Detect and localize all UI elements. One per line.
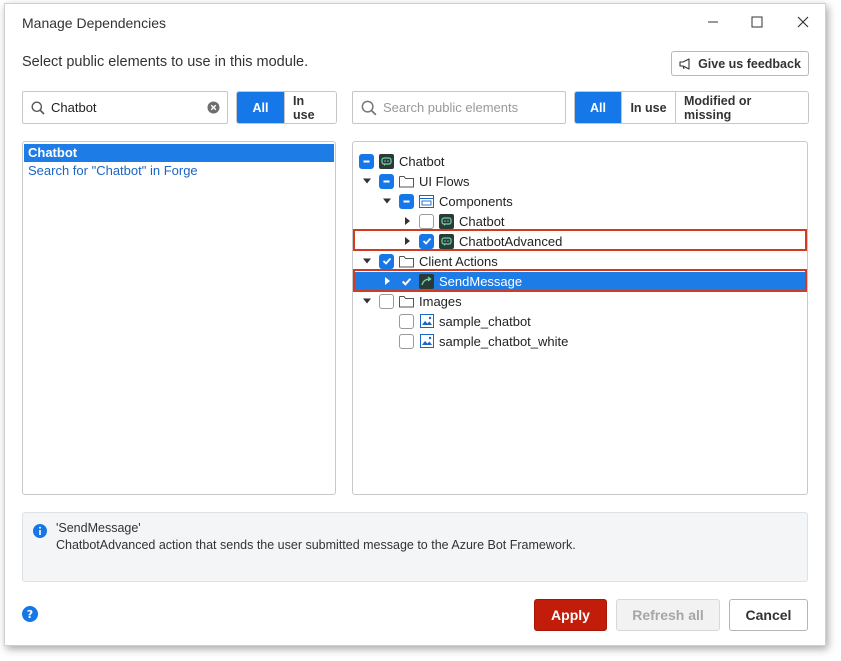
checked-checkbox[interactable] xyxy=(379,253,394,269)
expanded-arrow-icon[interactable] xyxy=(361,295,373,307)
tree-label: Client Actions xyxy=(419,253,498,269)
dialog-subtitle: Select public elements to use in this mo… xyxy=(22,54,309,70)
unchecked-checkbox[interactable] xyxy=(379,293,394,309)
tree-node-client-actions[interactable]: Client Actions xyxy=(361,251,498,271)
right-search-input[interactable] xyxy=(383,100,553,115)
chatbot-block-icon xyxy=(439,213,454,229)
tree-node-image-sample-chatbot-white[interactable]: sample_chatbot_white xyxy=(393,331,568,351)
svg-text:?: ? xyxy=(27,608,33,621)
tree-label: Chatbot xyxy=(459,213,505,229)
partial-checkbox[interactable] xyxy=(399,193,414,209)
right-filter-in-use[interactable]: In use xyxy=(621,92,675,123)
search-icon xyxy=(361,100,377,116)
tree-label: SendMessage xyxy=(439,273,523,289)
tree-label: Components xyxy=(439,193,513,209)
expanded-arrow-icon[interactable] xyxy=(361,255,373,267)
expanded-arrow-icon[interactable] xyxy=(381,195,393,207)
left-search-input[interactable] xyxy=(51,100,191,115)
tree-node-component-chatbot[interactable]: Chatbot xyxy=(401,211,505,231)
tree-label: sample_chatbot_white xyxy=(439,333,569,349)
chatbot-block-icon xyxy=(439,233,454,249)
minus-icon xyxy=(363,160,370,162)
maximize-icon xyxy=(751,16,763,28)
close-icon xyxy=(797,16,809,28)
tree-node-ui-flows[interactable]: UI Flows xyxy=(361,171,470,191)
search-forge-link[interactable]: Search for "Chatbot" in Forge xyxy=(24,162,334,180)
partial-checkbox[interactable] xyxy=(379,173,394,189)
folder-icon xyxy=(399,294,414,309)
chatbot-module-icon xyxy=(379,153,394,169)
collapsed-arrow-icon[interactable] xyxy=(381,275,393,287)
info-icon xyxy=(33,524,47,541)
info-title: 'SendMessage' xyxy=(56,521,141,535)
tree-label: Chatbot xyxy=(399,153,445,169)
megaphone-icon xyxy=(679,57,690,70)
info-description: ChatbotAdvanced action that sends the us… xyxy=(56,538,576,552)
search-results-panel: Chatbot Search for "Chatbot" in Forge xyxy=(22,141,336,495)
tree-label: sample_chatbot xyxy=(439,313,531,329)
checked-checkbox[interactable] xyxy=(399,274,414,289)
element-info-box: 'SendMessage' ChatbotAdvanced action tha… xyxy=(22,512,808,582)
tree-node-send-message[interactable]: SendMessage xyxy=(381,271,522,291)
help-icon[interactable]: ? xyxy=(22,606,38,625)
dialog-title: Manage Dependencies xyxy=(22,15,166,31)
tree-label: Images xyxy=(419,293,462,309)
close-button[interactable] xyxy=(785,9,821,35)
folder-icon xyxy=(399,174,414,189)
minimize-button[interactable] xyxy=(695,9,731,35)
image-icon xyxy=(419,334,434,349)
left-filter-all[interactable]: All xyxy=(237,92,284,123)
tree-node-image-sample-chatbot[interactable]: sample_chatbot xyxy=(393,311,531,331)
checkmark-icon xyxy=(382,257,391,265)
right-filter-all[interactable]: All xyxy=(575,92,621,123)
minus-icon xyxy=(383,180,390,182)
minimize-icon xyxy=(708,21,718,23)
give-feedback-button[interactable]: Give us feedback xyxy=(671,51,809,76)
cancel-button[interactable]: Cancel xyxy=(729,599,808,631)
left-filter-in-use[interactable]: In use xyxy=(284,92,336,123)
tree-label: ChatbotAdvanced xyxy=(459,233,563,249)
partial-checkbox[interactable] xyxy=(359,153,374,169)
right-filter-modified-or-missing[interactable]: Modified or missing xyxy=(675,92,808,123)
apply-button[interactable]: Apply xyxy=(534,599,607,631)
components-icon xyxy=(419,194,434,209)
result-item-chatbot[interactable]: Chatbot xyxy=(24,144,334,162)
collapsed-arrow-icon[interactable] xyxy=(401,235,413,247)
minus-icon xyxy=(403,200,410,202)
tree-node-components[interactable]: Components xyxy=(381,191,513,211)
expanded-arrow-icon[interactable] xyxy=(361,175,373,187)
folder-icon xyxy=(399,254,414,269)
left-search-box xyxy=(22,91,228,124)
client-action-icon xyxy=(419,273,434,289)
manage-dependencies-dialog: Manage Dependencies Select public elemen… xyxy=(4,3,826,646)
clear-search-icon[interactable] xyxy=(207,101,220,117)
checkmark-icon xyxy=(401,277,412,286)
tree-node-component-chatbot-advanced[interactable]: ChatbotAdvanced xyxy=(401,231,562,251)
elements-tree-panel: Chatbot UI Flows Components Chatbot Chat… xyxy=(352,141,808,495)
image-icon xyxy=(419,314,434,329)
title-bar: Manage Dependencies xyxy=(5,4,825,40)
left-filter-toggle: All In use xyxy=(236,91,337,124)
unchecked-checkbox[interactable] xyxy=(399,333,414,349)
tree-node-chatbot-module[interactable]: Chatbot xyxy=(359,151,445,171)
collapsed-arrow-icon[interactable] xyxy=(401,215,413,227)
unchecked-checkbox[interactable] xyxy=(399,313,414,329)
search-icon xyxy=(31,101,45,115)
checked-checkbox[interactable] xyxy=(419,233,434,249)
checkmark-icon xyxy=(422,237,431,245)
feedback-label: Give us feedback xyxy=(698,56,801,71)
refresh-all-button[interactable]: Refresh all xyxy=(616,599,720,631)
maximize-button[interactable] xyxy=(739,9,775,35)
right-filter-toggle: All In use Modified or missing xyxy=(574,91,809,124)
unchecked-checkbox[interactable] xyxy=(419,213,434,229)
tree-label: UI Flows xyxy=(419,173,470,189)
right-search-box xyxy=(352,91,566,124)
tree-node-images[interactable]: Images xyxy=(361,291,462,311)
